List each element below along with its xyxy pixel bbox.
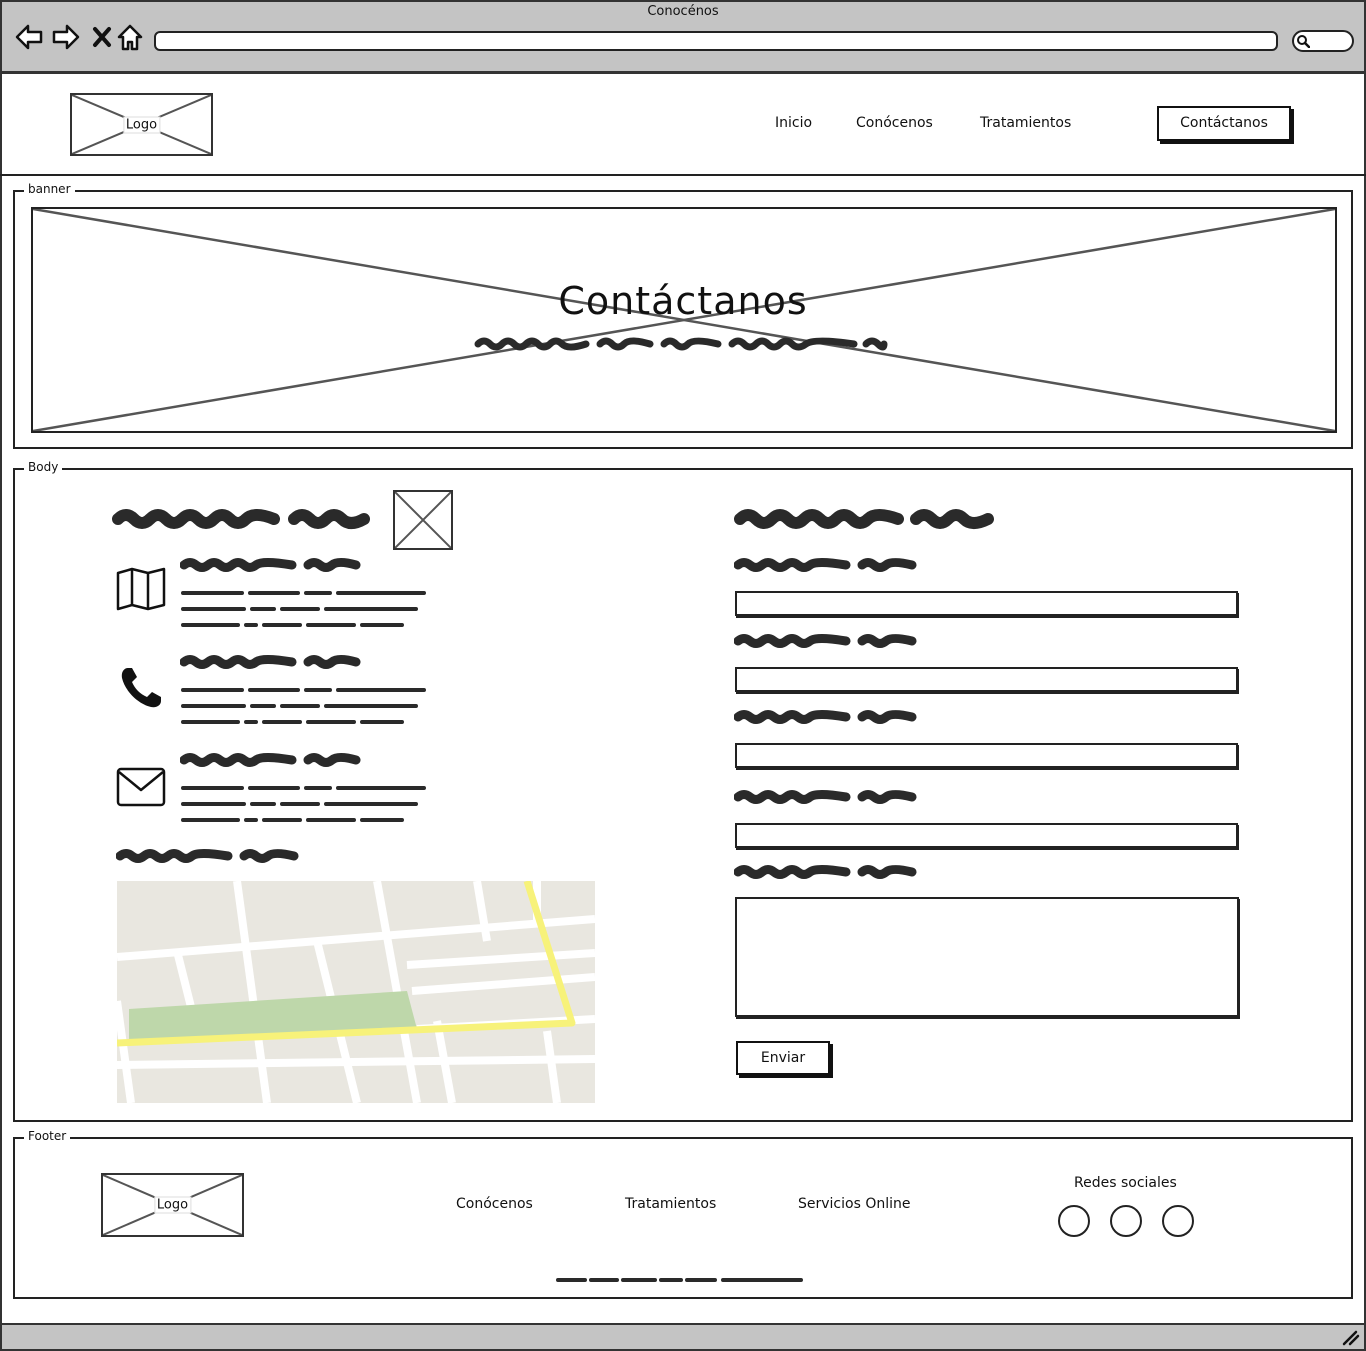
field-label-scribble (734, 710, 917, 724)
field-label-scribble (734, 865, 917, 879)
forward-arrow-icon[interactable] (51, 22, 81, 52)
nav-tratamientos[interactable]: Tratamientos (980, 115, 1071, 131)
social-title: Redes sociales (1074, 1175, 1177, 1191)
footer-link-tratamientos[interactable]: Tratamientos (625, 1196, 716, 1212)
logo-label: Logo (153, 1196, 192, 1214)
logo-label: Logo (122, 116, 161, 133)
field-label-scribble (734, 634, 917, 648)
footer-link-servicios-online[interactable]: Servicios Online (798, 1196, 911, 1212)
close-icon[interactable] (88, 22, 118, 52)
footer-logo[interactable]: Logo (101, 1173, 244, 1237)
header-divider (0, 174, 1366, 176)
contact-heading-scribble (112, 509, 370, 529)
field-label-scribble (734, 790, 917, 804)
banner-title: Contáctanos (558, 279, 808, 323)
header-logo[interactable]: Logo (70, 93, 213, 156)
banner-group-label: banner (24, 182, 75, 196)
back-arrow-icon[interactable] (14, 22, 44, 52)
footer-group-label: Footer (24, 1129, 71, 1143)
location-map[interactable] (117, 881, 595, 1103)
social-link-1[interactable] (1058, 1205, 1090, 1237)
field-label-scribble (734, 558, 917, 572)
social-link-2[interactable] (1110, 1205, 1142, 1237)
small-image-placeholder (393, 490, 453, 550)
contact-button[interactable]: Contáctanos (1157, 106, 1291, 141)
copyright-scribble (556, 1278, 803, 1282)
form-field-3[interactable] (735, 743, 1238, 768)
browser-search-input[interactable] (1292, 30, 1354, 52)
nav-inicio[interactable]: Inicio (775, 115, 812, 131)
search-icon (1297, 35, 1310, 48)
form-field-1[interactable] (735, 591, 1238, 616)
window-title: Conocénos (647, 4, 719, 19)
address-text-scribble (180, 558, 426, 627)
home-icon[interactable] (115, 22, 145, 52)
resize-grip-icon[interactable] (1342, 1330, 1360, 1346)
footer-link-conocenos[interactable]: Conócenos (456, 1196, 533, 1212)
phone-icon (121, 668, 161, 708)
form-field-4[interactable] (735, 823, 1238, 848)
form-heading-scribble (734, 509, 994, 529)
phone-text-scribble (180, 655, 426, 724)
map-icon (116, 567, 166, 611)
nav-conocenos[interactable]: Conócenos (856, 115, 933, 131)
email-text-scribble (180, 753, 426, 822)
browser-status-bar (0, 1323, 1366, 1351)
form-field-2[interactable] (735, 667, 1238, 692)
envelope-icon (116, 767, 166, 807)
body-group-label: Body (24, 460, 63, 474)
url-input[interactable] (154, 31, 1278, 51)
form-message-textarea[interactable] (735, 897, 1239, 1017)
banner-subtitle-scribble (474, 337, 888, 351)
social-link-3[interactable] (1162, 1205, 1194, 1237)
map-label-scribble (116, 849, 299, 863)
submit-button[interactable]: Enviar (736, 1041, 830, 1075)
